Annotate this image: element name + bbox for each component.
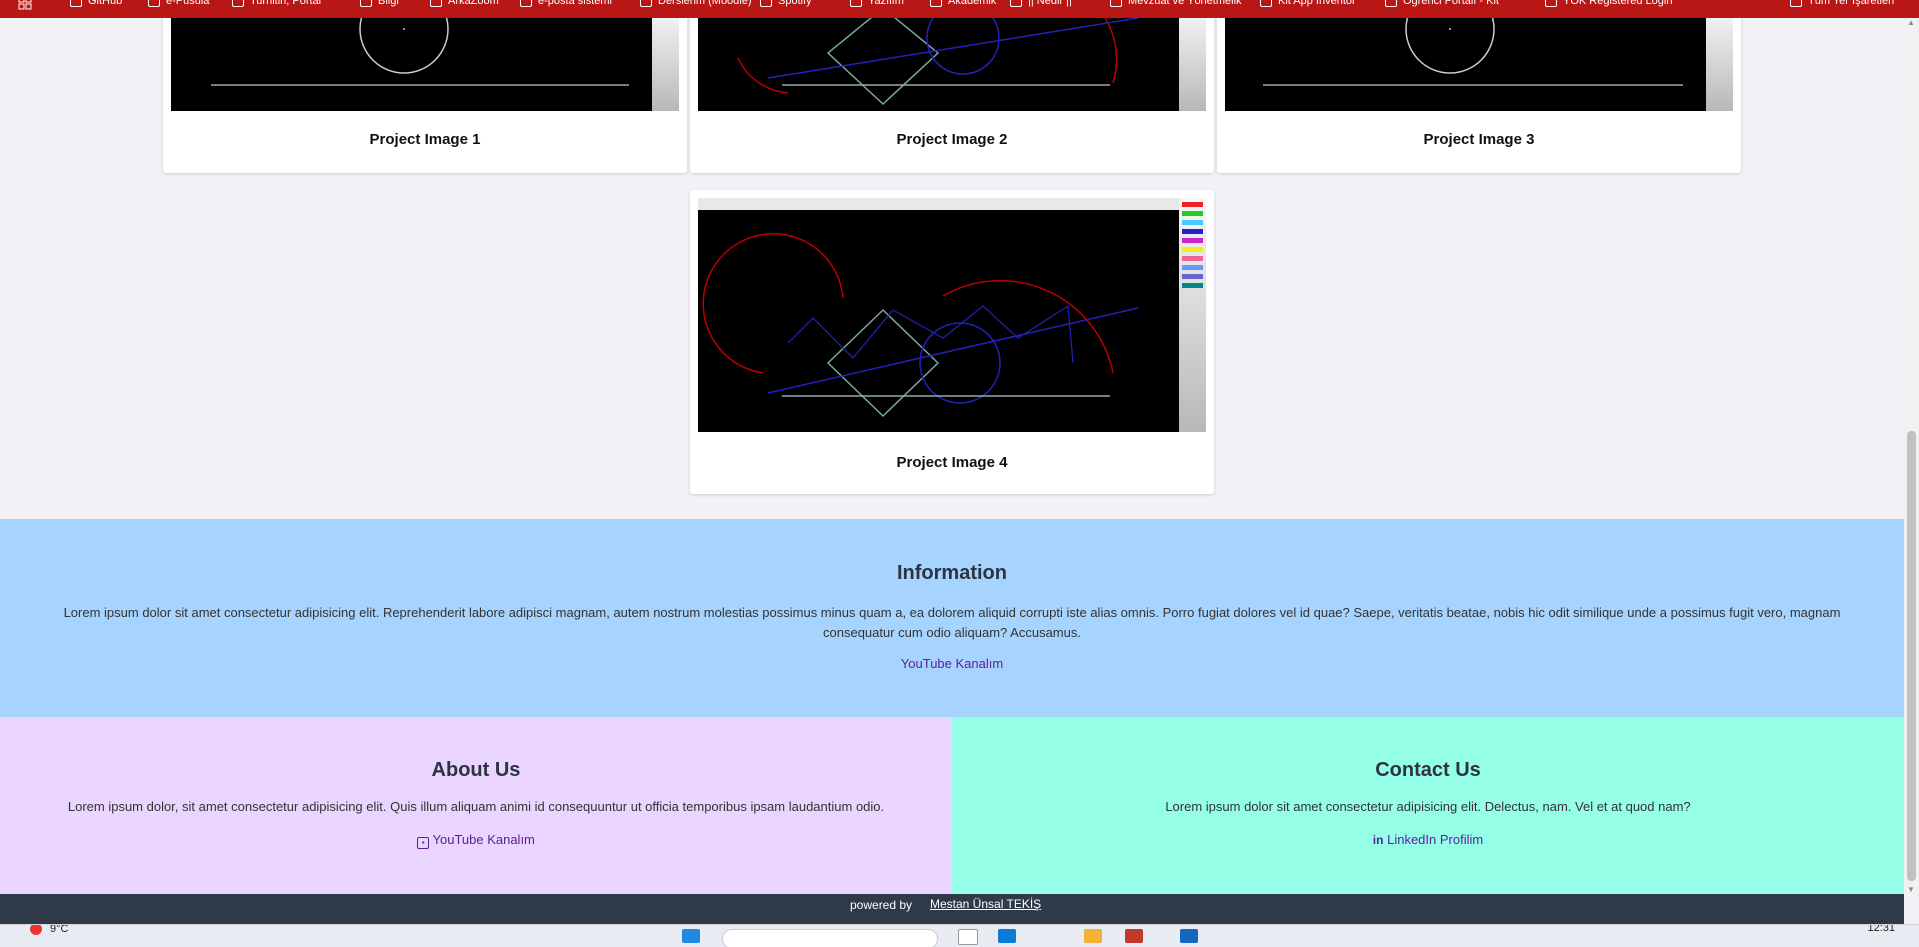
linkedin-icon: in xyxy=(1372,833,1384,847)
bookmark-item[interactable]: YÖK Registered Login xyxy=(1545,0,1672,7)
edge-icon[interactable] xyxy=(998,929,1016,943)
bookmark-item[interactable]: Mevzuat ve Yönetmelik xyxy=(1110,0,1242,7)
bookmark-icon xyxy=(148,0,160,7)
bookmark-label: Kit App Inventor xyxy=(1278,0,1356,7)
youtube-link[interactable]: YouTube Kanalım xyxy=(901,656,1003,671)
scrollbar-thumb[interactable] xyxy=(1907,431,1916,881)
bookmark-icon xyxy=(930,0,942,7)
bookmark-icon xyxy=(1545,0,1557,7)
bookmark-item[interactable]: || Nedir || xyxy=(1010,0,1072,7)
bookmark-label: Öğrenci Portalı - Kit xyxy=(1403,0,1499,7)
app-icon-2[interactable] xyxy=(1180,929,1198,943)
bookmark-icon xyxy=(360,0,372,7)
about-youtube-link[interactable]: ▪ YouTube Kanalım xyxy=(417,832,535,849)
about-section: About Us Lorem ipsum dolor, sit amet con… xyxy=(0,717,952,894)
contact-text: Lorem ipsum dolor sit amet consectetur a… xyxy=(1165,799,1691,814)
bookmark-icon xyxy=(70,0,82,7)
linkedin-link[interactable]: in LinkedIn Profilim xyxy=(1373,832,1483,847)
footer: powered by Mestan Ünsal TEKİŞ xyxy=(0,894,1904,924)
bookmark-item[interactable]: Turnitin, Portal xyxy=(232,0,321,7)
robot-icon: ▪ xyxy=(417,837,430,849)
bookmark-icon xyxy=(760,0,772,7)
page-content: Project Image 1 Project Image 2 Project … xyxy=(0,18,1904,894)
information-text: Lorem ipsum dolor sit amet consectetur a… xyxy=(63,605,1841,640)
bookmark-label: Turnitin, Portal xyxy=(250,0,322,7)
bookmark-label: Mevzuat ve Yönetmelik xyxy=(1128,0,1242,7)
project-caption-2: Project Image 2 xyxy=(896,131,1008,148)
bookmark-icon xyxy=(430,0,442,7)
about-text: Lorem ipsum dolor, sit amet consectetur … xyxy=(67,799,885,814)
project-image-3[interactable] xyxy=(1225,18,1733,111)
apps-grid-icon[interactable] xyxy=(18,0,32,10)
project-caption-3: Project Image 3 xyxy=(1423,131,1535,148)
bookmark-label: e-Pusula xyxy=(166,0,210,7)
contact-title: Contact Us xyxy=(1375,759,1481,781)
bookmark-item[interactable]: Spotify xyxy=(760,0,812,7)
bookmark-icon xyxy=(1385,0,1397,7)
powered-by-text: powered by xyxy=(850,898,913,912)
bookmark-label: YÖK Registered Login xyxy=(1563,0,1673,7)
linkedin-label: LinkedIn Profilim xyxy=(1387,832,1484,847)
bookmark-label: Tüm Yer İşaretleri xyxy=(1808,0,1895,7)
weather-widget[interactable]: 9°C xyxy=(30,924,69,935)
start-icon[interactable] xyxy=(682,929,700,943)
bookmark-item[interactable]: Öğrenci Portalı - Kit xyxy=(1385,0,1499,7)
bookmark-label: || Nedir || xyxy=(1028,0,1072,7)
taskbar-search[interactable] xyxy=(722,929,938,947)
weather-icon xyxy=(30,925,42,935)
file-icon[interactable] xyxy=(958,929,978,945)
bookmark-label: Yazılım xyxy=(868,0,904,7)
bookmark-item[interactable]: Kit App Inventor xyxy=(1260,0,1356,7)
project-image-4[interactable] xyxy=(698,198,1206,432)
about-title: About Us xyxy=(431,759,521,781)
bookmark-item[interactable]: Bilgi xyxy=(360,0,399,7)
bookmark-icon xyxy=(1010,0,1022,7)
scroll-down-icon[interactable]: ▼ xyxy=(1907,885,1915,894)
author-link[interactable]: Mestan Ünsal TEKİŞ xyxy=(930,897,1041,911)
bookmark-icon xyxy=(520,0,532,7)
bookmark-label: Derslerim (Moodle) xyxy=(658,0,752,7)
bookmark-icon xyxy=(232,0,244,7)
bookmark-item[interactable]: Derslerim (Moodle) xyxy=(640,0,752,7)
project-card-4: Project Image 4 xyxy=(690,190,1214,494)
bookmark-label: e-posta sistemi xyxy=(538,0,612,7)
project-card-3: Project Image 3 xyxy=(1217,18,1741,173)
bookmarks-bar: GitHub e-Pusula Turnitin, Portal Bilgi ArkaZ… xyxy=(0,0,1919,18)
contact-section: Contact Us Lorem ipsum dolor sit amet co… xyxy=(952,717,1904,894)
bookmark-label: Akademik xyxy=(948,0,997,7)
app-icon[interactable] xyxy=(1125,929,1143,943)
project-card-2: Project Image 2 xyxy=(690,18,1214,173)
bookmark-item[interactable]: ArkaZoom xyxy=(430,0,499,7)
bookmark-icon xyxy=(1110,0,1122,7)
bookmark-item[interactable]: GitHub xyxy=(70,0,122,7)
folder-icon[interactable] xyxy=(1084,929,1102,943)
bookmark-item[interactable]: Yazılım xyxy=(850,0,904,7)
bookmark-label: Spotify xyxy=(778,0,812,7)
bookmark-item[interactable]: e-Pusula xyxy=(148,0,209,7)
clock: 12:31 xyxy=(1867,924,1895,934)
bookmark-item[interactable]: Akademik xyxy=(930,0,996,7)
project-card-1: Project Image 1 xyxy=(163,18,687,173)
bookmark-item[interactable]: Tüm Yer İşaretleri xyxy=(1790,0,1894,7)
bookmark-icon xyxy=(640,0,652,7)
project-image-1[interactable] xyxy=(171,18,679,111)
bookmark-icon xyxy=(1260,0,1272,7)
information-title: Information xyxy=(897,562,1007,584)
windows-taskbar: 9°C 12:31 xyxy=(0,924,1919,947)
bookmark-label: Bilgi xyxy=(378,0,399,7)
bookmark-item[interactable]: e-posta sistemi xyxy=(520,0,612,7)
bookmark-label: GitHub xyxy=(88,0,123,7)
bookmark-label: ArkaZoom xyxy=(448,0,499,7)
project-caption-1: Project Image 1 xyxy=(369,131,481,148)
bookmark-icon xyxy=(850,0,862,7)
project-image-2[interactable] xyxy=(698,18,1206,111)
page-scrollbar[interactable]: ▲ ▼ xyxy=(1904,18,1919,894)
information-section: Information Lorem ipsum dolor sit amet c… xyxy=(0,519,1904,717)
project-caption-4: Project Image 4 xyxy=(896,454,1008,471)
bookmark-icon xyxy=(1790,0,1802,7)
temperature: 9°C xyxy=(50,924,69,935)
scroll-up-icon[interactable]: ▲ xyxy=(1907,18,1915,27)
about-youtube-label: YouTube Kanalım xyxy=(432,832,535,847)
